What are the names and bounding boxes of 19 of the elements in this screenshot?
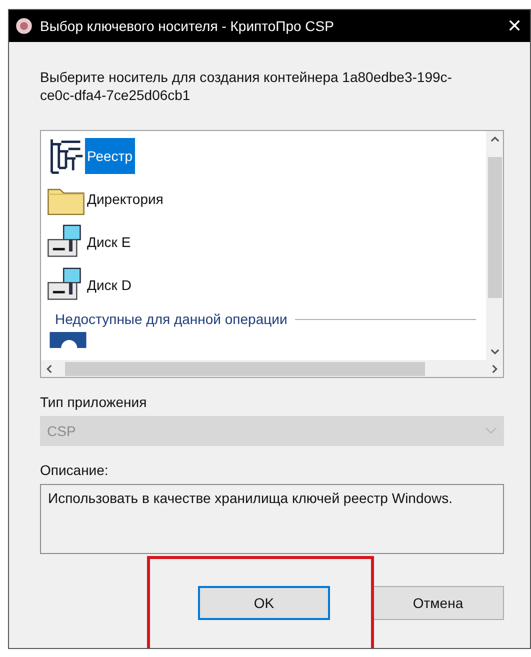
window-title: Выбор ключевого носителя - КриптоПро CSP bbox=[40, 18, 335, 34]
app-logo-icon bbox=[15, 17, 33, 35]
media-list[interactable]: Реестр Директория Диск E Диск D Недоступные для данной операции bbox=[40, 130, 504, 378]
horizontal-scrollbar[interactable] bbox=[41, 360, 503, 377]
media-icon bbox=[47, 332, 89, 348]
media-item[interactable]: Директория bbox=[85, 180, 166, 216]
description-box: Использовать в качестве хранилища ключей реестр Windows. bbox=[40, 484, 504, 554]
prompt-text: Выберите носитель для создания контейнера 1a80edbe3-199c-ce0c-dfa4-7ce25d06cb1 bbox=[40, 68, 453, 104]
media-item[interactable]: Диск D bbox=[85, 266, 134, 302]
dialog-button[interactable]: OK bbox=[198, 586, 330, 620]
group-header: Недоступные для данной операции bbox=[55, 311, 288, 327]
media-item[interactable]: Реестр bbox=[85, 138, 134, 174]
media-item[interactable]: Диск E bbox=[85, 224, 133, 260]
field-label: Описание: bbox=[40, 462, 110, 478]
dialog-button[interactable]: Отмена bbox=[372, 586, 504, 620]
field-label: Тип приложения bbox=[40, 394, 148, 410]
close-button[interactable]: ✕ bbox=[507, 15, 522, 37]
chevron-down-icon bbox=[485, 427, 497, 435]
vertical-scrollbar[interactable] bbox=[486, 131, 503, 360]
